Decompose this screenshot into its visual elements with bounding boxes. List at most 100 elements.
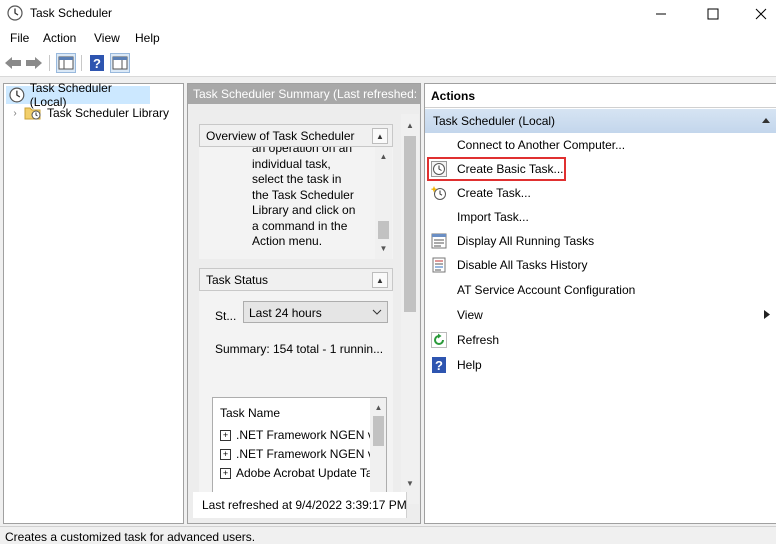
overview-content: an operation on an individual task, sele…: [199, 147, 393, 259]
task-status-section-header[interactable]: Task Status ▲: [199, 268, 393, 291]
task-summary: Summary: 154 total - 1 runnin...: [215, 342, 384, 356]
overview-section-header[interactable]: Overview of Task Scheduler ▲: [199, 124, 393, 147]
action-at-service-account[interactable]: AT Service Account Configuration: [425, 278, 776, 302]
scroll-thumb[interactable]: [404, 136, 416, 312]
action-label: Refresh: [457, 333, 500, 347]
toolbar-separator: [81, 55, 82, 71]
help-toolbar-button[interactable]: ?: [87, 53, 107, 73]
summary-header: Task Scheduler Summary (Last refreshed: …: [188, 84, 420, 104]
action-label: AT Service Account Configuration: [457, 283, 636, 297]
svg-text:?: ?: [435, 358, 443, 373]
minimize-button[interactable]: [638, 0, 684, 28]
summary-footer: Last refreshed at 9/4/2022 3:39:17 PM: [193, 492, 407, 518]
window-title: Task Scheduler: [30, 6, 113, 20]
action-create-task[interactable]: Create Task...: [425, 181, 776, 205]
chevron-right-icon: [764, 310, 770, 319]
chevron-down-icon: [372, 309, 382, 315]
summary-pane: Task Scheduler Summary (Last refreshed: …: [187, 83, 421, 524]
action-display-running-tasks[interactable]: Display All Running Tasks: [425, 229, 776, 253]
table-row[interactable]: + .NET Framework NGEN v4: [220, 428, 380, 442]
maximize-icon: [707, 8, 719, 20]
menu-file[interactable]: File: [10, 31, 29, 45]
menu-action[interactable]: Action: [43, 31, 76, 45]
overview-title: Overview of Task Scheduler: [206, 129, 355, 143]
action-help[interactable]: ? Help: [425, 353, 776, 377]
overview-line: individual task,: [252, 156, 331, 171]
maximize-button[interactable]: [690, 0, 736, 28]
expand-plus-icon[interactable]: +: [220, 429, 231, 441]
show-hide-console-tree-button[interactable]: [56, 53, 76, 73]
title-bar: Task Scheduler: [0, 0, 776, 28]
overview-scrollbar[interactable]: ▲ ▼: [375, 147, 392, 259]
summary-scrollbar[interactable]: ▲ ▼: [401, 114, 419, 504]
scroll-up-icon[interactable]: ▲: [370, 400, 386, 414]
folder-clock-icon: [24, 107, 41, 120]
action-pane-icon: [112, 56, 128, 70]
action-view[interactable]: View: [425, 303, 776, 327]
task-status-content: St... Last 24 hours Summary: 154 total -…: [199, 291, 393, 511]
task-status-title: Task Status: [206, 273, 269, 287]
expand-chevron-icon[interactable]: ›: [10, 108, 20, 119]
scroll-up-icon[interactable]: ▲: [375, 149, 392, 163]
menu-view[interactable]: View: [94, 31, 120, 45]
tree-item-task-scheduler-local[interactable]: Task Scheduler (Local): [6, 81, 150, 109]
table-cell: .NET Framework NGEN v4: [236, 447, 381, 461]
last-refreshed-text: Last refreshed at 9/4/2022 3:39:17 PM: [202, 498, 407, 512]
minimize-icon: [656, 13, 666, 15]
overview-line: Library and click on: [252, 203, 356, 217]
scroll-thumb[interactable]: [373, 416, 384, 446]
table-row[interactable]: + Adobe Acrobat Update Ta: [220, 466, 373, 480]
action-import-task[interactable]: Import Task...: [425, 205, 776, 229]
tree-item-label: Task Scheduler Library: [47, 106, 170, 120]
svg-text:?: ?: [93, 56, 101, 71]
clock-icon: [9, 87, 25, 103]
action-disable-tasks-history[interactable]: Disable All Tasks History: [425, 253, 776, 277]
tree-item-task-scheduler-library[interactable]: › Task Scheduler Library: [10, 104, 180, 122]
collapse-up-icon[interactable]: ▲: [372, 128, 388, 144]
status-label: St...: [215, 309, 237, 323]
period-select-value: Last 24 hours: [249, 306, 322, 320]
actions-pane: Actions Task Scheduler (Local) Connect t…: [424, 83, 776, 524]
scroll-down-icon[interactable]: ▼: [375, 241, 392, 255]
history-icon: [432, 257, 446, 273]
status-bar: Creates a customized task for advanced u…: [0, 526, 776, 544]
overview-line: an operation on an: [252, 147, 353, 155]
collapse-up-icon[interactable]: [762, 117, 770, 124]
action-label: Create Task...: [457, 186, 531, 200]
forward-icon: [26, 57, 42, 69]
overview-line: a command in the: [252, 218, 348, 233]
scroll-thumb[interactable]: [378, 221, 389, 239]
summary-header-text: Task Scheduler Summary (Last refreshed: …: [193, 87, 420, 101]
table-cell: Adobe Acrobat Update Ta: [236, 466, 373, 480]
actions-group-header[interactable]: Task Scheduler (Local): [425, 109, 776, 133]
action-connect-another-computer[interactable]: Connect to Another Computer...: [425, 133, 776, 157]
refresh-icon: [431, 332, 447, 348]
forward-button[interactable]: [24, 53, 44, 73]
show-hide-action-pane-button[interactable]: [110, 53, 130, 73]
period-select[interactable]: Last 24 hours: [243, 301, 388, 323]
action-refresh[interactable]: Refresh: [425, 328, 776, 352]
toolbar-separator: [49, 55, 50, 71]
collapse-up-icon[interactable]: ▲: [372, 272, 388, 288]
expand-plus-icon[interactable]: +: [220, 448, 231, 460]
overview-line: Action menu.: [252, 234, 323, 248]
back-button[interactable]: [3, 53, 23, 73]
expand-plus-icon[interactable]: +: [220, 467, 231, 479]
task-table-header: Task Name: [220, 406, 281, 420]
status-bar-text: Creates a customized task for advanced u…: [5, 530, 256, 544]
overview-line: select the task in: [252, 172, 342, 186]
close-icon: [755, 8, 767, 20]
console-tree: Task Scheduler (Local) › Task Scheduler …: [3, 81, 184, 524]
scroll-up-icon[interactable]: ▲: [401, 118, 419, 132]
close-button[interactable]: [738, 0, 776, 28]
toolbar: ?: [0, 49, 776, 77]
table-row[interactable]: + .NET Framework NGEN v4: [220, 447, 380, 461]
table-cell: .NET Framework NGEN v4: [236, 428, 381, 442]
action-label: Import Task...: [457, 210, 529, 224]
scroll-down-icon[interactable]: ▼: [401, 476, 419, 490]
help-icon: ?: [432, 357, 446, 373]
list-icon: [431, 233, 447, 249]
help-icon: ?: [90, 55, 104, 71]
actions-header: Actions: [425, 84, 776, 108]
menu-help[interactable]: Help: [135, 31, 160, 45]
